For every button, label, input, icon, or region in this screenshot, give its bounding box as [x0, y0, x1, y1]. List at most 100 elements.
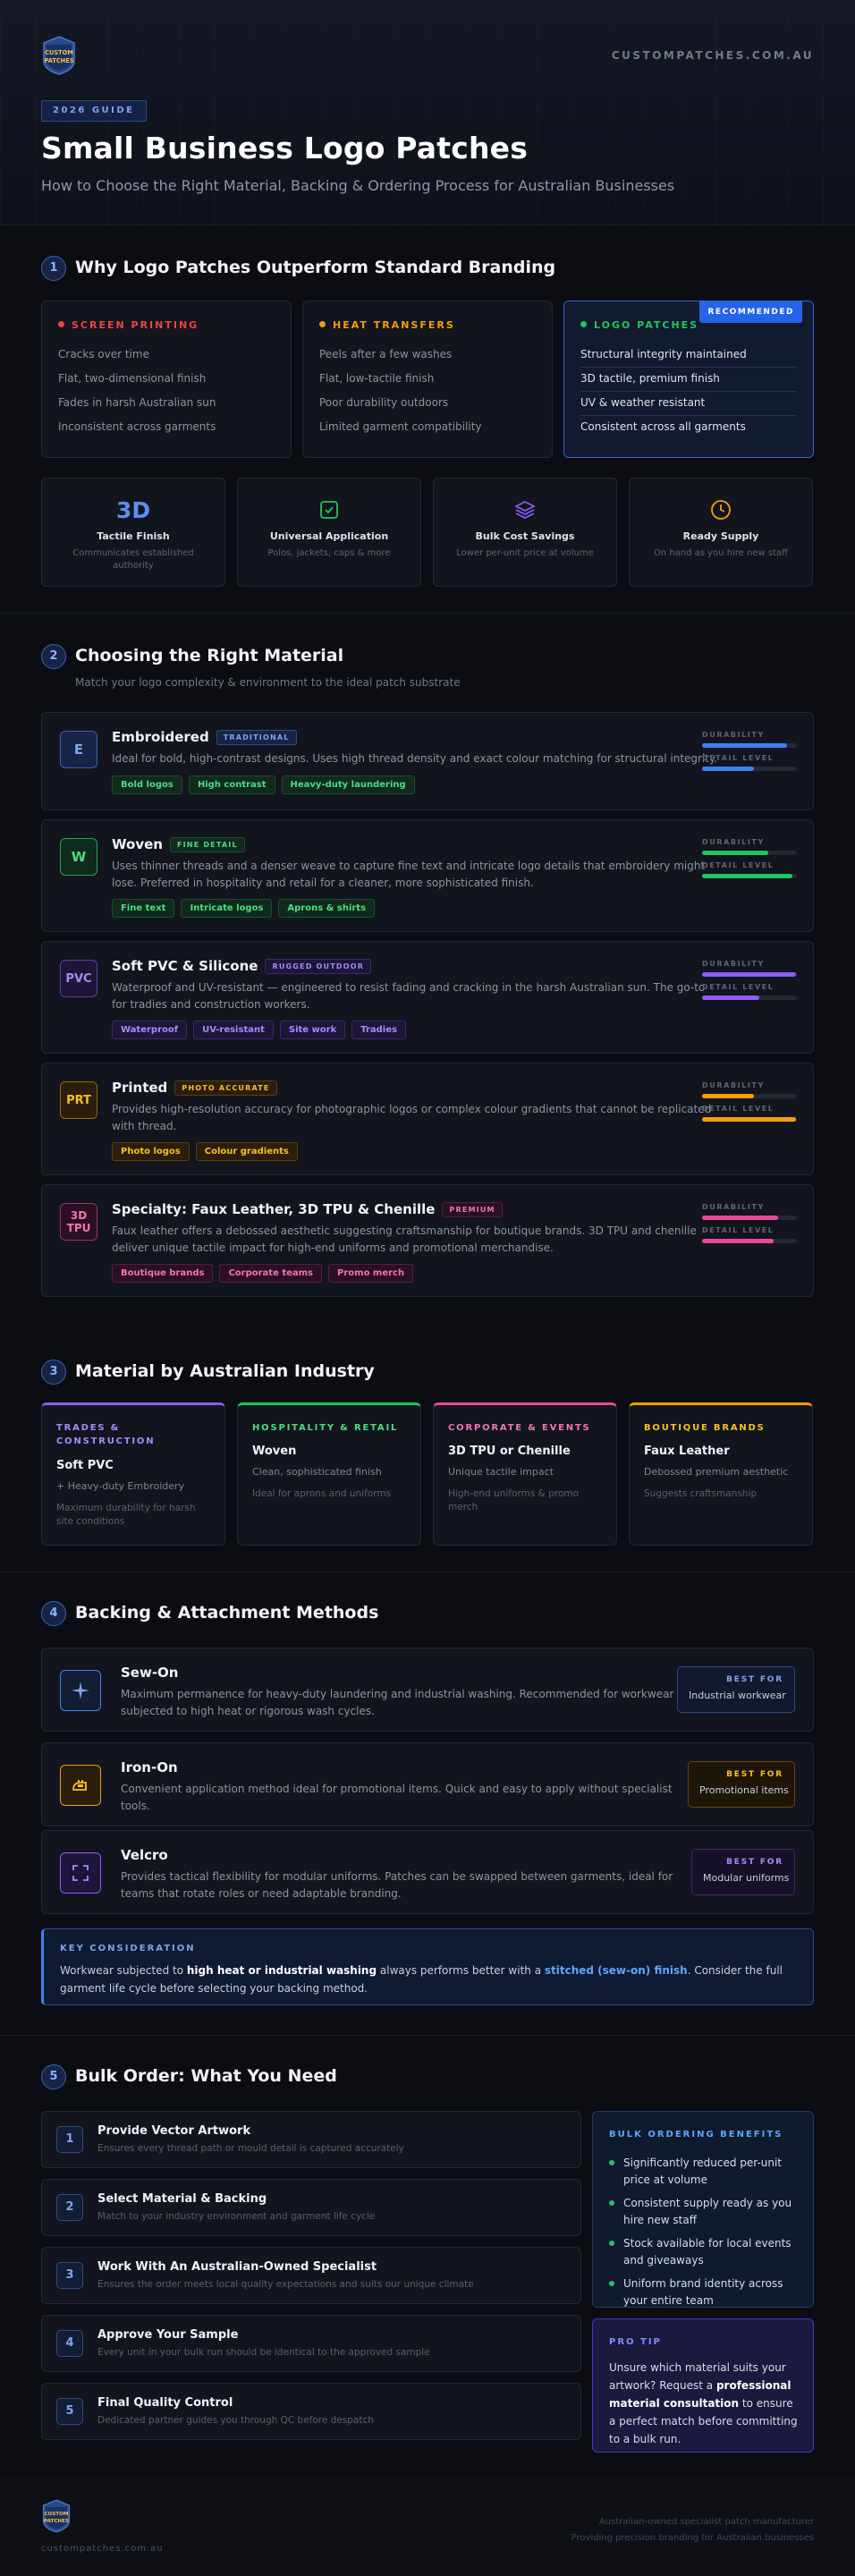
- material-card-specialty: 3D TPU Specialty: Faux Leather, 3D TPU &…: [41, 1184, 814, 1297]
- compare-item: Limited garment compatibility: [319, 420, 482, 433]
- backing-desc: Maximum permanence for heavy-duty launde…: [121, 1688, 674, 1717]
- material-chip: Heavy-duty laundering: [281, 775, 415, 794]
- best-for-box: BEST FOR Industrial workwear: [677, 1666, 795, 1713]
- material-pill: PHOTO ACCURATE: [174, 1080, 277, 1096]
- material-desc: Faux leather offers a debossed aesthetic…: [112, 1224, 697, 1254]
- detail-label: DETAIL LEVEL: [702, 1105, 775, 1113]
- material-card-embroidered: E Embroidered TRADITIONAL Ideal for bold,…: [41, 712, 814, 810]
- step-title: Work With An Australian-Owned Specialist: [97, 2260, 377, 2274]
- benefit-item: Stock available for local events and giv…: [609, 2235, 800, 2269]
- durability-label: DURABILITY: [702, 1203, 765, 1211]
- best-for-box: BEST FOR Modular uniforms: [691, 1849, 795, 1895]
- durability-bar: [702, 851, 797, 855]
- detail-label: DETAIL LEVEL: [702, 983, 775, 991]
- durability-label: DURABILITY: [702, 960, 765, 968]
- velcro-icon: [60, 1852, 101, 1894]
- feature-ready-supply: Ready Supply On hand as you hire new sta…: [629, 478, 813, 587]
- key-consideration-heading: KEY CONSIDERATION: [60, 1944, 196, 1953]
- material-meters: DURABILITY DETAIL LEVEL: [702, 838, 797, 878]
- backing-card-sew-on: Sew-On Maximum permanence for heavy-duty…: [41, 1648, 814, 1732]
- industry-heading: HOSPITALITY & RETAIL: [252, 1423, 399, 1433]
- material-desc: Ideal for bold, high-contrast designs. U…: [112, 752, 718, 765]
- key-consideration-box: KEY CONSIDERATION Workwear subjected to …: [41, 1928, 814, 2005]
- red-dot-icon: [58, 321, 64, 327]
- section-number: 2: [41, 644, 66, 669]
- pro-tip-heading: PRO TIP: [609, 2337, 662, 2347]
- material-chip: UV-resistant: [193, 1021, 274, 1039]
- compare-heading: HEAT TRANSFERS: [319, 319, 455, 331]
- step-title: Final Quality Control: [97, 2396, 233, 2410]
- detail-bar: [702, 874, 797, 878]
- order-step: 2 Select Material & Backing Match to your …: [41, 2179, 581, 2236]
- material-pill: RUGGED OUTDOOR: [265, 959, 372, 974]
- header-domain-link[interactable]: CUSTOMPATCHES.COM.AU: [612, 49, 814, 62]
- material-meters: DURABILITY DETAIL LEVEL: [702, 731, 797, 771]
- material-name: Embroidered TRADITIONAL: [112, 729, 297, 745]
- material-chip: Promo merch: [328, 1264, 414, 1283]
- material-pill: TRADITIONAL: [216, 730, 297, 745]
- durability-bar: [702, 1216, 797, 1220]
- industry-note: Ideal for aprons and uniforms: [252, 1488, 392, 1499]
- svg-text:PATCHES: PATCHES: [44, 2519, 69, 2524]
- detail-label: DETAIL LEVEL: [702, 861, 775, 869]
- material-pill: PREMIUM: [442, 1202, 503, 1217]
- order-step: 4 Approve Your Sample Every unit in your b…: [41, 2315, 581, 2372]
- compare-item: Inconsistent across garments: [58, 420, 216, 433]
- compare-card-heat-transfers: HEAT TRANSFERS Peels after a few washes …: [302, 301, 553, 458]
- backing-desc: Provides tactical flexibility for modula…: [121, 1870, 673, 1900]
- industry-heading: BOUTIQUE BRANDS: [644, 1423, 766, 1433]
- feature-universal-application: Universal Application Polos, jackets, ca…: [237, 478, 421, 587]
- detail-bar: [702, 1239, 797, 1243]
- detail-bar: [702, 767, 797, 771]
- page-subtitle: How to Choose the Right Material, Backin…: [41, 177, 675, 194]
- industry-alt: Debossed premium aesthetic: [644, 1466, 789, 1478]
- bulk-benefits-panel: BULK ORDERING BENEFITS Significantly red…: [592, 2111, 814, 2308]
- section-title: Bulk Order: What You Need: [75, 2066, 337, 2086]
- compare-card-logo-patches: RECOMMENDED LOGO PATCHES Structural inte…: [563, 301, 814, 458]
- material-chips: Waterproof UV-resistant Site work Tradies: [112, 1019, 412, 1039]
- industry-alt: + Heavy-duty Embroidery: [56, 1480, 185, 1492]
- section-title: Backing & Attachment Methods: [75, 1603, 379, 1623]
- material-desc: Uses thinner threads and a denser weave …: [112, 860, 706, 889]
- industry-material: Woven: [252, 1445, 297, 1458]
- best-for-label: BEST FOR: [726, 1858, 783, 1867]
- industry-card-boutique: BOUTIQUE BRANDS Faux Leather Debossed pr…: [629, 1402, 813, 1546]
- brand-logo[interactable]: CUSTOM PATCHES: [41, 36, 77, 75]
- step-number: 5: [56, 2398, 83, 2425]
- industry-card-hospitality: HOSPITALITY & RETAIL Woven Clean, sophis…: [237, 1402, 421, 1546]
- material-chip: Colour gradients: [195, 1142, 298, 1161]
- material-desc: Waterproof and UV-resistant — engineered…: [112, 981, 706, 1011]
- durability-label: DURABILITY: [702, 1081, 765, 1089]
- step-number: 4: [56, 2330, 83, 2357]
- industry-alt: Clean, sophisticated finish: [252, 1466, 382, 1478]
- backing-card-velcro: Velcro Provides tactical flexibility for…: [41, 1830, 814, 1914]
- checkbox-icon: [238, 496, 420, 523]
- durability-label: DURABILITY: [702, 731, 765, 739]
- material-chip: Photo logos: [112, 1142, 190, 1161]
- footer-line: Australian-owned specialist patch manufa…: [598, 2517, 814, 2527]
- compare-item: 3D tactile, premium finish: [580, 372, 797, 392]
- material-chip: Tradies: [351, 1021, 406, 1039]
- order-step: 3 Work With An Australian-Owned Specialis…: [41, 2247, 581, 2304]
- feature-title: Tactile Finish: [97, 530, 170, 542]
- industry-material: 3D TPU or Chenille: [448, 1445, 571, 1458]
- benefits-list: Significantly reduced per-unit price at …: [609, 2155, 800, 2316]
- 3d-text-icon: 3D: [115, 496, 151, 523]
- compare-card-screen-printing: SCREEN PRINTING Cracks over time Flat, t…: [41, 301, 292, 458]
- material-chip: Boutique brands: [112, 1264, 214, 1283]
- material-badge: 3D TPU: [60, 1203, 97, 1241]
- step-desc: Ensures the order meets local quality ex…: [97, 2279, 474, 2290]
- feature-desc: Communicates established authority: [72, 548, 194, 571]
- footer-domain-link[interactable]: custompatches.com.au: [41, 2544, 164, 2554]
- hero-header: CUSTOM PATCHES CUSTOMPATCHES.COM.AU 2026…: [0, 0, 855, 225]
- section-title: Why Logo Patches Outperform Standard Bra…: [75, 258, 556, 277]
- material-name: Woven FINE DETAIL: [112, 836, 245, 852]
- best-for-value: Industrial workwear: [689, 1690, 786, 1701]
- footer-logo[interactable]: CUSTOM PATCHES: [41, 2499, 72, 2533]
- material-chips: Photo logos Colour gradients: [112, 1140, 304, 1161]
- benefit-item: Uniform brand identity across your entir…: [609, 2275, 800, 2309]
- material-chip: Fine text: [112, 899, 175, 918]
- feature-bulk-cost-savings: Bulk Cost Savings Lower per-unit price a…: [433, 478, 617, 587]
- industry-heading: TRADES & CONSTRUCTION: [56, 1423, 156, 1446]
- material-chip: Intricate logos: [181, 899, 273, 918]
